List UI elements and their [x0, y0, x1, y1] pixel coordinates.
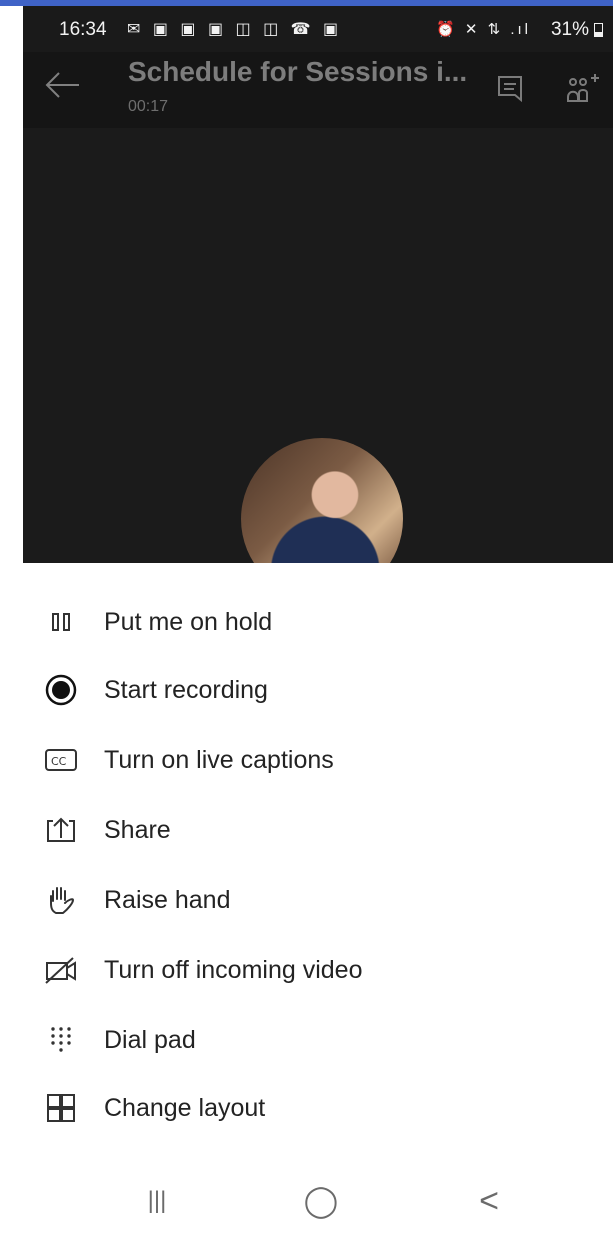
- battery-icon: [594, 23, 603, 37]
- share-option[interactable]: Share: [40, 804, 580, 856]
- system-status-icons: ⏰ ✕ ⇅ .ıl: [436, 21, 531, 38]
- layout-icon: [40, 1087, 82, 1129]
- status-bar: 16:34 ✉ ▣ ▣ ▣ ◫ ◫ ☎ ▣ ⏰ ✕ ⇅ .ıl 31%: [23, 13, 613, 49]
- call-header: Schedule for Sessions i... 00:17: [23, 52, 613, 128]
- turn-off-video-label: Turn off incoming video: [104, 955, 363, 984]
- battery-percentage: 31%: [550, 19, 589, 40]
- dial-pad-icon: [40, 1019, 82, 1061]
- participant-avatar[interactable]: [241, 438, 403, 563]
- video-area: [23, 128, 613, 563]
- raise-hand-option[interactable]: Raise hand: [40, 874, 580, 926]
- record-icon: [40, 669, 82, 711]
- recent-apps-button[interactable]: |||: [132, 1184, 182, 1218]
- arrow-left-icon: [45, 72, 79, 98]
- android-navigation-bar: ||| ◯ <: [0, 1168, 613, 1234]
- change-layout-label: Change layout: [104, 1093, 266, 1122]
- home-icon: ◯: [303, 1183, 339, 1218]
- chat-button[interactable]: [493, 72, 527, 106]
- back-button[interactable]: [41, 68, 83, 110]
- turn-off-video-option[interactable]: Turn off incoming video: [40, 944, 580, 996]
- share-icon: [40, 809, 82, 851]
- share-label: Share: [104, 815, 171, 844]
- call-timer: 00:17: [128, 98, 169, 115]
- participants-button[interactable]: [563, 72, 599, 106]
- raise-hand-label: Raise hand: [104, 885, 231, 914]
- meeting-title[interactable]: Schedule for Sessions i...: [128, 56, 467, 88]
- live-captions-label: Turn on live captions: [104, 745, 334, 774]
- add-people-icon: [567, 74, 599, 102]
- status-time: 16:34: [59, 19, 107, 40]
- live-captions-option[interactable]: CC Turn on live captions: [40, 734, 580, 786]
- start-recording-option[interactable]: Start recording: [40, 664, 580, 716]
- start-recording-label: Start recording: [104, 675, 268, 704]
- svg-text:CC: CC: [51, 755, 67, 768]
- captions-icon: CC: [40, 739, 82, 781]
- back-navigation-button[interactable]: <: [464, 1181, 514, 1220]
- video-off-icon: [40, 949, 82, 991]
- recent-apps-icon: |||: [147, 1187, 167, 1214]
- pause-icon: [40, 601, 82, 643]
- put-on-hold-label: Put me on hold: [104, 607, 273, 636]
- back-icon: <: [479, 1181, 499, 1220]
- notification-icons: ✉ ▣ ▣ ▣ ◫ ◫ ☎ ▣: [127, 21, 343, 38]
- put-on-hold-option[interactable]: Put me on hold: [40, 596, 580, 648]
- chat-icon: [498, 76, 522, 103]
- raise-hand-icon: [40, 879, 82, 921]
- dial-pad-option[interactable]: Dial pad: [40, 1014, 580, 1066]
- battery-level-fill: [595, 32, 602, 36]
- change-layout-option[interactable]: Change layout: [40, 1082, 580, 1134]
- dial-pad-label: Dial pad: [104, 1025, 196, 1054]
- home-button[interactable]: ◯: [296, 1183, 346, 1218]
